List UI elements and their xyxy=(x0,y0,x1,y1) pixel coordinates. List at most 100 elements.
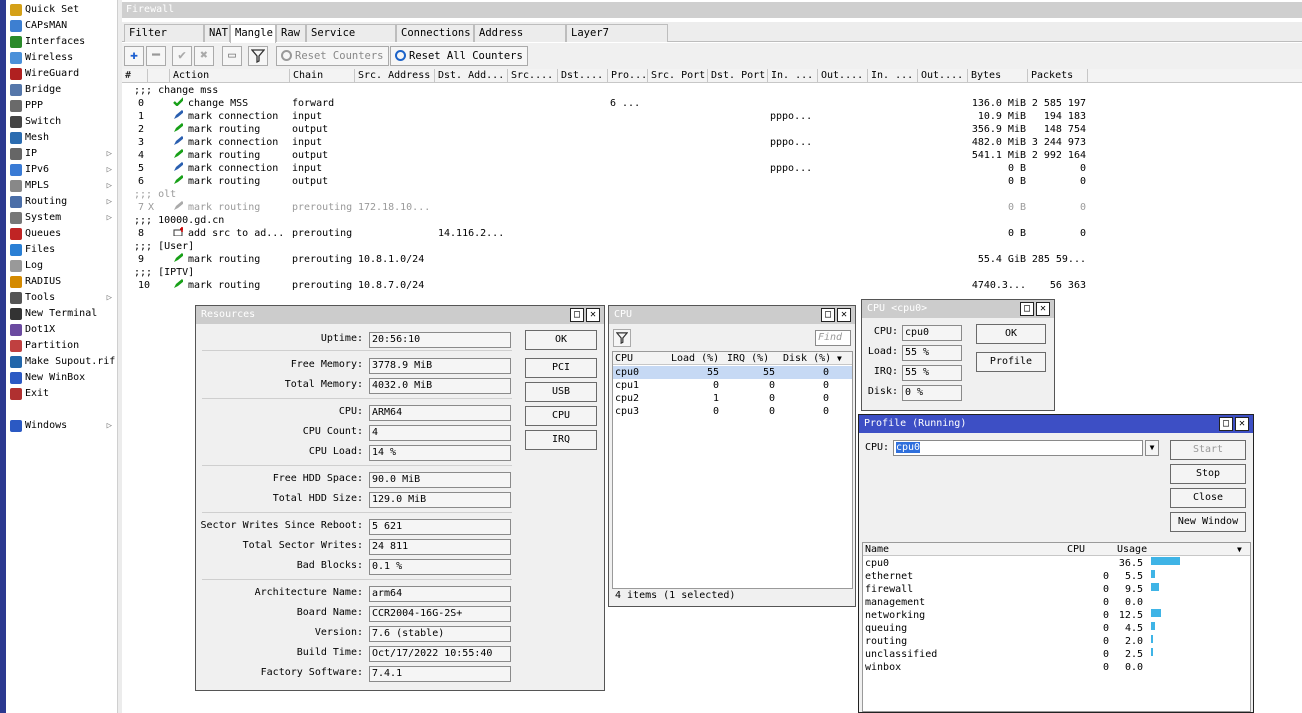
reset-all-counters-button[interactable]: Reset All Counters xyxy=(390,46,528,66)
table-row[interactable]: 9 mark routing prerouting 10.8.1.0/24 55.4 G… xyxy=(122,253,1088,266)
column-header[interactable]: Out.... xyxy=(918,69,968,83)
column-header[interactable]: In. ... xyxy=(768,69,818,83)
column-header[interactable]: Dst. Port xyxy=(708,69,768,83)
profile-cpu-select[interactable]: cpu0 xyxy=(893,440,1143,456)
filter-button[interactable] xyxy=(613,329,631,347)
table-row[interactable]: 1 mark connection input pppo... 10.9 MiB 194 … xyxy=(122,110,1088,123)
column-header[interactable]: In. ... xyxy=(868,69,918,83)
profile-row[interactable]: cpu0 36.5 xyxy=(863,557,1250,570)
column-header[interactable]: Chain xyxy=(290,69,355,83)
find-input[interactable]: Find xyxy=(815,330,851,346)
close-button[interactable]: ✕ xyxy=(837,308,851,322)
comment-button[interactable]: ▭ xyxy=(222,46,242,66)
close-button[interactable]: ✕ xyxy=(1235,417,1249,431)
ok-button[interactable]: OK xyxy=(976,324,1046,344)
table-row[interactable]: 6 mark routing output 0 B 0 xyxy=(122,175,1088,188)
menu-item-mesh[interactable]: Mesh xyxy=(6,130,118,146)
chevron-down-icon[interactable]: ▼ xyxy=(1145,440,1159,456)
column-header[interactable]: CPU xyxy=(1067,543,1085,556)
column-header[interactable]: Pro... xyxy=(608,69,648,83)
table-row[interactable]: 10 mark routing prerouting 10.8.7.0/24 4740.… xyxy=(122,279,1088,292)
menu-item-ppp[interactable]: PPP xyxy=(6,98,118,114)
tab-service-ports[interactable]: Service Ports xyxy=(306,24,396,56)
menu-item-wireguard[interactable]: WireGuard xyxy=(6,66,118,82)
menu-item-windows[interactable]: Windows ▷ xyxy=(6,418,118,434)
table-row[interactable]: 5 mark connection input pppo... 0 B 0 xyxy=(122,162,1088,175)
column-header[interactable]: CPU xyxy=(615,352,667,365)
table-row[interactable]: 8 add src to ad... prerouting 14.116.2... 0 … xyxy=(122,227,1088,240)
column-header[interactable]: # xyxy=(122,69,148,83)
profile-row[interactable]: queuing 0 4.5 xyxy=(863,622,1250,635)
menu-item-bridge[interactable]: Bridge xyxy=(6,82,118,98)
menu-item-ip[interactable]: IP ▷ xyxy=(6,146,118,162)
menu-item-routing[interactable]: Routing ▷ xyxy=(6,194,118,210)
column-header[interactable]: Src. Address xyxy=(355,69,435,83)
column-header[interactable]: Action xyxy=(170,69,290,83)
column-header[interactable]: Out.... xyxy=(818,69,868,83)
disable-button[interactable]: ✖ xyxy=(194,46,214,66)
profile-row[interactable]: firewall 0 9.5 xyxy=(863,583,1250,596)
table-row[interactable]: 0 change MSS forward 6 ... 136.0 MiB 2 585 19… xyxy=(122,97,1088,110)
column-header[interactable]: Src.... xyxy=(508,69,558,83)
column-header[interactable]: Dst.... xyxy=(558,69,608,83)
table-row[interactable]: 7 Xmark routing prerouting 172.18.10... 0 B0 xyxy=(122,201,1088,214)
chevron-down-icon[interactable]: ▼ xyxy=(837,352,842,365)
column-header[interactable]: Usage xyxy=(1117,543,1147,556)
menu-item-interfaces[interactable]: Interfaces xyxy=(6,34,118,50)
menu-item-capsman[interactable]: CAPsMAN xyxy=(6,18,118,34)
chevron-down-icon[interactable]: ▼ xyxy=(1237,543,1242,556)
menu-item-partition[interactable]: Partition xyxy=(6,338,118,354)
cpu-button[interactable]: CPU xyxy=(525,406,597,426)
profile-row[interactable]: networking 0 12.5 xyxy=(863,609,1250,622)
cpu-row[interactable]: cpu0 55 55 0 xyxy=(613,366,852,379)
tab-filter-rules[interactable]: Filter Rules xyxy=(124,24,204,56)
filter-button[interactable] xyxy=(248,46,268,66)
profile-button[interactable]: Profile xyxy=(976,352,1046,372)
ok-button[interactable]: OK xyxy=(525,330,597,350)
column-header[interactable]: Src. Port xyxy=(648,69,708,83)
tab-mangle[interactable]: Mangle xyxy=(230,24,276,43)
maximize-button[interactable]: □ xyxy=(821,308,835,322)
profile-row[interactable]: ethernet 0 5.5 xyxy=(863,570,1250,583)
menu-item-switch[interactable]: Switch xyxy=(6,114,118,130)
menu-item-system[interactable]: System ▷ xyxy=(6,210,118,226)
table-row[interactable]: 2 mark routing output 356.9 MiB 148 754 xyxy=(122,123,1088,136)
cpu-row[interactable]: cpu1 0 0 0 xyxy=(613,379,852,392)
column-header[interactable]: Disk (%) xyxy=(783,352,833,365)
close-button[interactable]: ✕ xyxy=(586,308,600,322)
reset-counters-button[interactable]: Reset Counters xyxy=(276,46,389,66)
pci-button[interactable]: PCI xyxy=(525,358,597,378)
menu-item-queues[interactable]: Queues xyxy=(6,226,118,242)
usb-button[interactable]: USB xyxy=(525,382,597,402)
tab-layer7-protocols[interactable]: Layer7 Protocols xyxy=(566,24,668,56)
tab-nat[interactable]: NAT xyxy=(204,24,230,42)
menu-item-make-supout-rif[interactable]: Make Supout.rif xyxy=(6,354,118,370)
irq-button[interactable]: IRQ xyxy=(525,430,597,450)
menu-item-dot1x[interactable]: Dot1X xyxy=(6,322,118,338)
new-window-button[interactable]: New Window xyxy=(1170,512,1246,532)
column-header[interactable]: Name xyxy=(865,543,889,556)
column-header[interactable]: Bytes xyxy=(968,69,1028,83)
menu-item-exit[interactable]: Exit xyxy=(6,386,118,402)
cpu-row[interactable]: cpu2 1 0 0 xyxy=(613,392,852,405)
profile-row[interactable]: management 0 0.0 xyxy=(863,596,1250,609)
menu-item-quick-set[interactable]: Quick Set xyxy=(6,2,118,18)
menu-item-new-terminal[interactable]: New Terminal xyxy=(6,306,118,322)
remove-button[interactable]: ━ xyxy=(146,46,166,66)
column-header[interactable]: Dst. Add... xyxy=(435,69,508,83)
menu-item-files[interactable]: Files xyxy=(6,242,118,258)
column-header[interactable] xyxy=(148,69,170,83)
maximize-button[interactable]: □ xyxy=(1219,417,1233,431)
stop-button[interactable]: Stop xyxy=(1170,464,1246,484)
menu-item-radius[interactable]: RADIUS xyxy=(6,274,118,290)
tab-connections[interactable]: Connections xyxy=(396,24,474,42)
profile-row[interactable]: winbox 0 0.0 xyxy=(863,661,1250,674)
menu-item-ipv6[interactable]: IPv6 ▷ xyxy=(6,162,118,178)
menu-item-new-winbox[interactable]: New WinBox xyxy=(6,370,118,386)
profile-row[interactable]: routing 0 2.0 xyxy=(863,635,1250,648)
tab-address-lists[interactable]: Address Lists xyxy=(474,24,566,56)
menu-item-mpls[interactable]: MPLS ▷ xyxy=(6,178,118,194)
cpu-row[interactable]: cpu3 0 0 0 xyxy=(613,405,852,418)
close-button[interactable]: ✕ xyxy=(1036,302,1050,316)
column-header[interactable]: Packets xyxy=(1028,69,1088,83)
